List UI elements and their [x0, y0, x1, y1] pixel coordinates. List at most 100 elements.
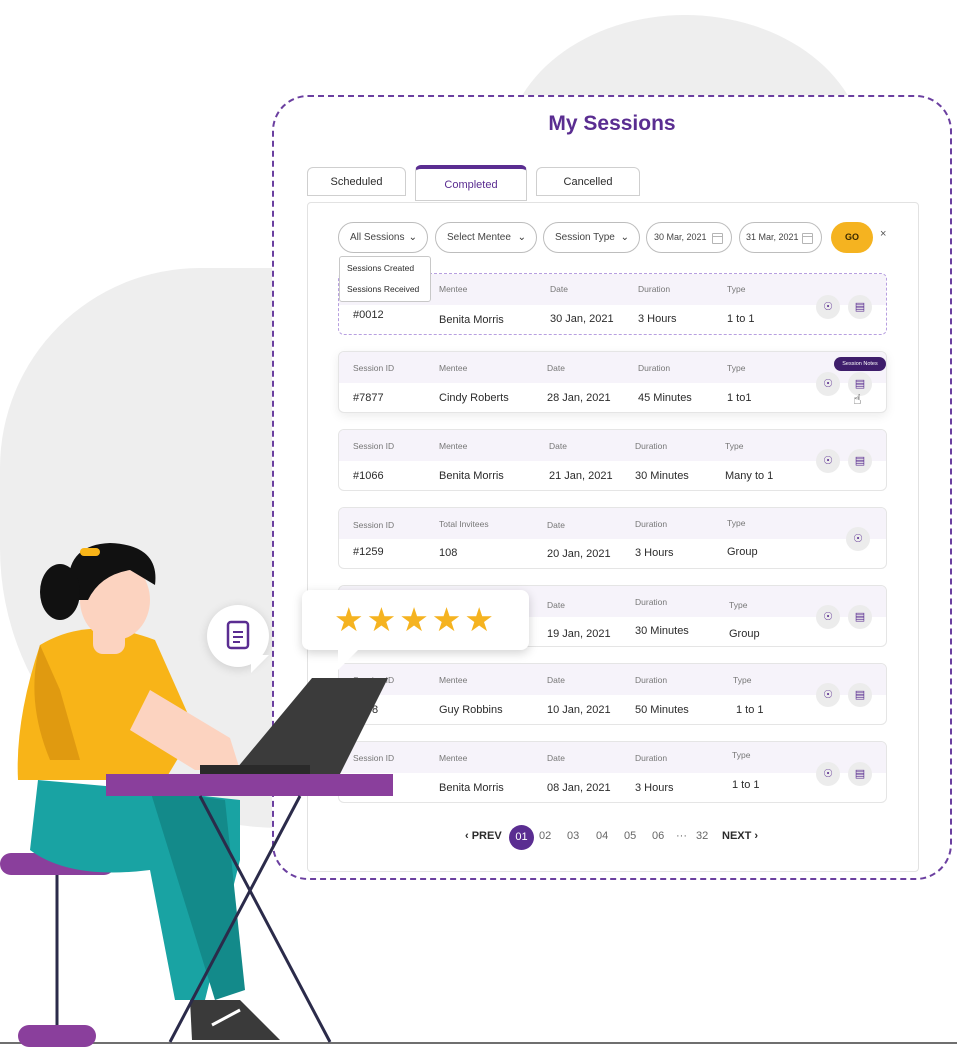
col-label: Date [549, 441, 567, 451]
date-from-value: 30 Mar, 2021 [654, 232, 707, 242]
col-label: Duration [635, 675, 668, 685]
page-button-05[interactable]: 05 [624, 830, 636, 842]
all-sessions-dropdown[interactable]: All Sessions ⌄ [338, 222, 428, 253]
col-label: Mentee [439, 284, 468, 294]
shoe [190, 1000, 280, 1040]
date-from-input[interactable]: 30 Mar, 2021 [646, 222, 732, 253]
col-label: Type [733, 675, 752, 685]
calendar-icon [712, 233, 723, 244]
go-button[interactable]: GO [831, 222, 873, 253]
col-label: Type [725, 441, 744, 451]
stool-base [18, 1025, 96, 1047]
session-card[interactable]: Session ID Mentee Date Duration Type #10… [338, 429, 887, 491]
page-button-01[interactable]: 01 [509, 825, 534, 850]
tab-scheduled[interactable]: Scheduled [307, 167, 406, 196]
prev-page-button[interactable]: ‹ PREV [465, 830, 502, 842]
next-page-button[interactable]: NEXT › [722, 830, 758, 842]
col-label: Type [732, 750, 751, 760]
col-label: Duration [635, 753, 668, 763]
date-to-value: 31 Mar, 2021 [746, 232, 799, 242]
session-notes-icon[interactable]: ▤ [848, 683, 872, 707]
col-label: Duration [638, 363, 671, 373]
session-duration: 50 Minutes [635, 704, 689, 716]
page-button-06[interactable]: 06 [652, 830, 664, 842]
session-notes-icon[interactable]: ▤ [848, 449, 872, 473]
view-eye-icon[interactable]: ☉ [846, 527, 870, 551]
session-type: Group [727, 546, 758, 558]
session-notes-icon[interactable]: ▤ [848, 762, 872, 786]
col-label: Duration [635, 519, 668, 529]
session-duration: 3 Hours [638, 313, 677, 325]
tab-cancelled[interactable]: Cancelled [536, 167, 640, 196]
all-sessions-label: All Sessions [350, 232, 405, 243]
view-eye-icon[interactable]: ☉ [816, 449, 840, 473]
card-header [339, 742, 886, 773]
page-button-04[interactable]: 04 [596, 830, 608, 842]
chevron-down-icon: ⌄ [408, 232, 417, 243]
col-label: Date [550, 284, 568, 294]
col-label: Date [547, 753, 565, 763]
view-eye-icon[interactable]: ☉ [816, 762, 840, 786]
col-label: Session ID [353, 520, 395, 530]
col-label: Mentee [439, 753, 468, 763]
session-date: 10 Jan, 2021 [547, 704, 611, 716]
col-label: Session ID [353, 441, 395, 451]
mentee-name: Benita Morris [439, 314, 504, 326]
tab-completed[interactable]: Completed [415, 165, 527, 201]
select-mentee-dropdown[interactable]: Select Mentee ⌄ [435, 222, 537, 253]
close-icon[interactable]: × [880, 228, 886, 240]
session-card[interactable]: Session ID Total Invitees Date Duration … [338, 507, 887, 569]
session-id: #1066 [353, 470, 384, 482]
session-card[interactable]: Session ID Mentee Date Duration Type Ben… [338, 741, 887, 803]
date-to-input[interactable]: 31 Mar, 2021 [739, 222, 822, 253]
dropdown-option-sessions-created[interactable]: Sessions Created [347, 263, 414, 273]
session-date: 30 Jan, 2021 [550, 313, 614, 325]
session-date: 20 Jan, 2021 [547, 548, 611, 560]
session-type: 1 to 1 [727, 313, 755, 325]
col-label: Duration [638, 284, 671, 294]
col-label: Type [729, 600, 748, 610]
card-header [339, 664, 886, 695]
session-card[interactable]: Session ID Mentee Date Duration Type 8 G… [338, 663, 887, 725]
col-label: Date [547, 520, 565, 530]
mentee-name: Cindy Roberts [439, 392, 509, 404]
view-eye-icon[interactable]: ☉ [816, 605, 840, 629]
card-header [339, 508, 886, 539]
session-type: 1 to1 [727, 392, 752, 404]
session-type: 1 to 1 [732, 779, 760, 791]
session-type-label: Session Type [555, 232, 615, 243]
col-label: Mentee [439, 363, 468, 373]
chevron-down-icon: ⌄ [517, 232, 526, 243]
col-label: Total Invitees [439, 519, 489, 529]
session-card[interactable]: Session ID Mentee Date Duration Type #78… [338, 351, 887, 413]
view-eye-icon[interactable]: ☉ [816, 295, 840, 319]
chevron-down-icon: ⌄ [620, 232, 629, 243]
calendar-icon [802, 233, 813, 244]
select-mentee-label: Select Mentee [447, 232, 511, 243]
person-illustration [0, 543, 393, 1047]
col-label: Type [727, 284, 746, 294]
session-date: 19 Jan, 2021 [547, 628, 611, 640]
session-duration: 30 Minutes [635, 625, 689, 637]
col-label: Mentee [439, 675, 468, 685]
session-duration: 3 Hours [635, 782, 674, 794]
laptop-screen [232, 678, 388, 774]
view-eye-icon[interactable]: ☉ [816, 683, 840, 707]
session-notes-icon[interactable]: ▤ [848, 605, 872, 629]
view-eye-icon[interactable]: ☉ [816, 372, 840, 396]
ponytail [40, 564, 80, 620]
page-button-03[interactable]: 03 [567, 830, 579, 842]
session-notes-icon[interactable]: ▤ [848, 295, 872, 319]
session-type: Many to 1 [725, 470, 774, 482]
col-label: Date [547, 363, 565, 373]
col-label: Type [727, 363, 746, 373]
session-type-dropdown[interactable]: Session Type ⌄ [543, 222, 640, 253]
page-button-32[interactable]: 32 [696, 830, 708, 842]
session-date: 28 Jan, 2021 [547, 392, 611, 404]
session-duration: 30 Minutes [635, 470, 689, 482]
dropdown-option-sessions-received[interactable]: Sessions Received [347, 284, 419, 294]
session-id: #0012 [353, 309, 384, 321]
session-type: 1 to 1 [736, 704, 764, 716]
page-button-02[interactable]: 02 [539, 830, 551, 842]
mentee-name: Guy Robbins [439, 704, 503, 716]
